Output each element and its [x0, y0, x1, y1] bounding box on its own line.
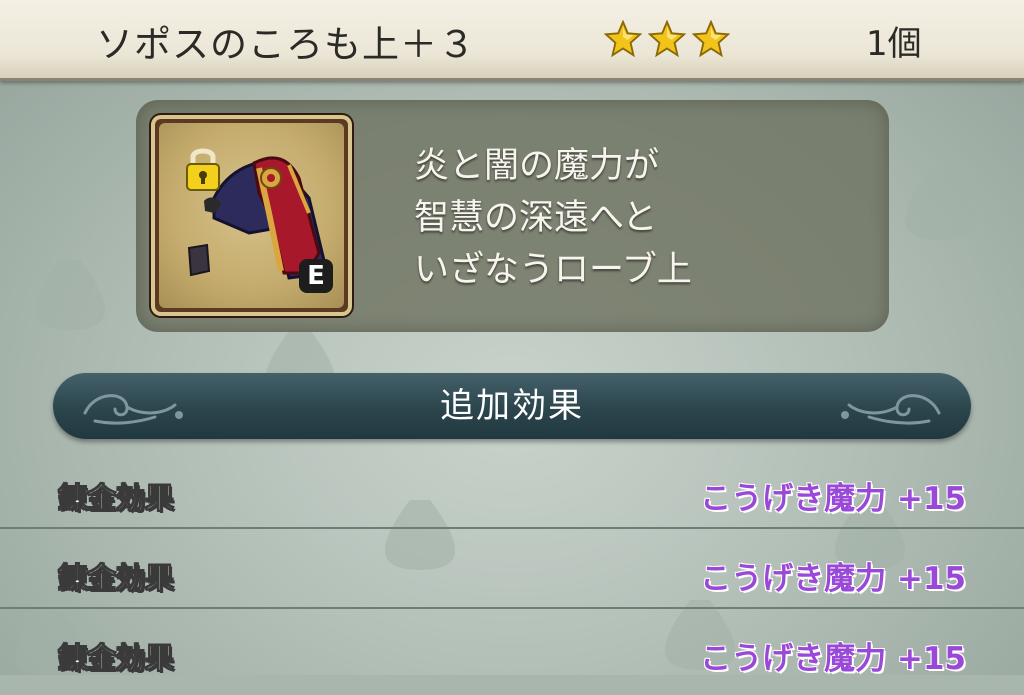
row-divider [0, 527, 1024, 529]
effect-row: 錬金効果 こうげき魔力 +15 [0, 615, 1024, 695]
effect-value: こうげき魔力 +15 [700, 641, 966, 677]
lock-icon [186, 148, 220, 191]
equipped-badge: E [299, 259, 333, 293]
section-title: 追加効果 [440, 386, 584, 426]
item-description: 炎と闇の魔力が 智慧の深遠へと いざなうローブ上 [414, 140, 874, 296]
effect-label: 錬金効果 [57, 561, 175, 596]
description-line: いざなうローブ上 [414, 250, 692, 290]
effect-row: 錬金効果 こうげき魔力 +15 [0, 455, 1024, 535]
description-line: 炎と闇の魔力が [414, 146, 660, 186]
item-header: ソポスのころも上＋３ 1個 [0, 0, 1024, 81]
row-divider [0, 607, 1024, 609]
effect-row: 錬金効果 こうげき魔力 +15 [0, 535, 1024, 615]
rarity-stars [604, 20, 730, 60]
additional-effects-header: 追加効果 [53, 373, 971, 439]
item-quantity: 1個 [866, 24, 922, 64]
effect-label: 錬金効果 [57, 641, 175, 676]
effect-value: こうげき魔力 +15 [700, 561, 966, 597]
effect-value: こうげき魔力 +15 [700, 481, 966, 517]
item-icon-frame[interactable]: E [151, 115, 352, 316]
description-line: 智慧の深遠へと [414, 198, 658, 238]
item-icon: E [159, 123, 344, 308]
star-icon [604, 20, 642, 58]
star-icon [692, 20, 730, 58]
star-icon [648, 20, 686, 58]
item-name: ソポスのころも上＋３ [96, 23, 476, 66]
effect-label: 錬金効果 [57, 481, 175, 516]
